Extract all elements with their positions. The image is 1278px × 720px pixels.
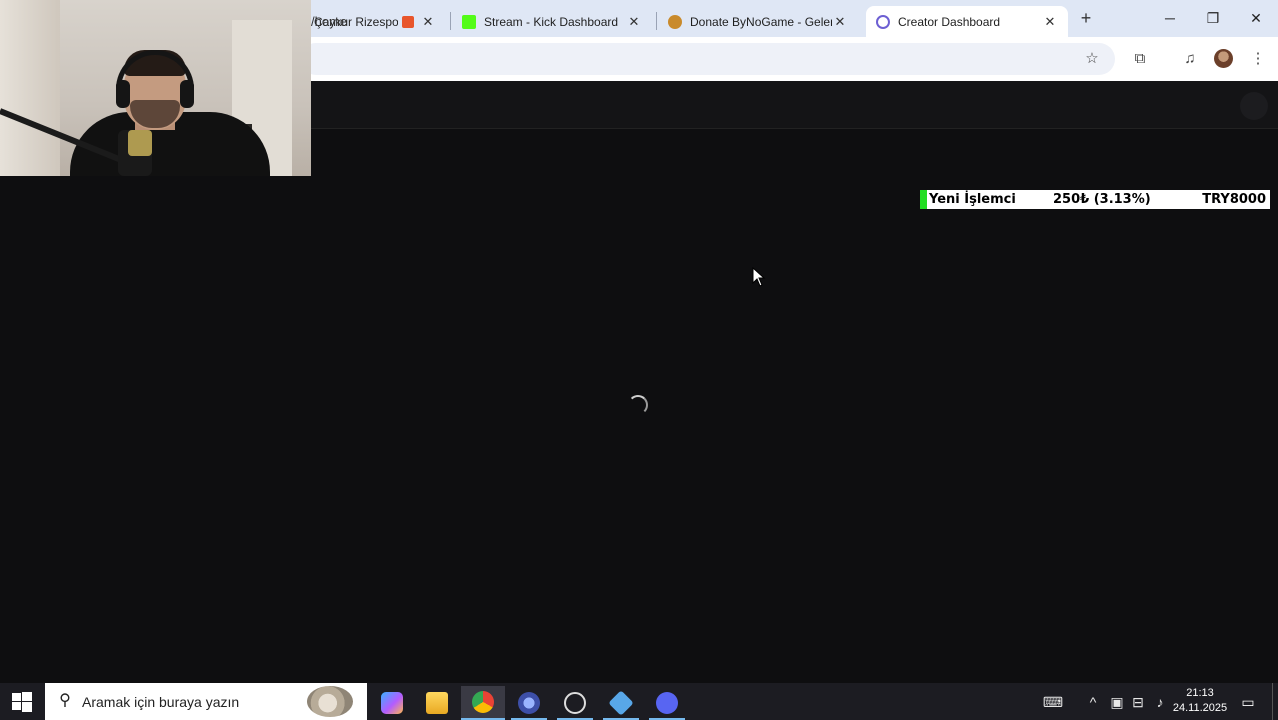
file-explorer-icon[interactable] <box>415 686 459 720</box>
screen: Çaykur Rizespor ✕ Stream - Kick Dashboar… <box>0 0 1278 720</box>
creator-icon <box>876 14 890 29</box>
ticker-item-name: Yeni İşlemci <box>929 192 1016 207</box>
clock-date: 24.11.2025 <box>1172 702 1228 714</box>
close-icon[interactable]: ✕ <box>626 14 642 30</box>
taskbar-search-box[interactable]: ⚲ Aramak için buraya yazın <box>45 683 367 720</box>
curtain <box>0 0 60 176</box>
browser-menu-icon[interactable]: ⋮ <box>1248 49 1268 69</box>
notification-center-icon[interactable]: ▭ <box>1238 692 1258 712</box>
address-bar[interactable] <box>300 43 1115 75</box>
show-desktop-button[interactable] <box>1272 683 1273 720</box>
vs-icon <box>402 15 414 28</box>
mouse-cursor-icon <box>752 267 766 287</box>
windows-start-icon[interactable] <box>12 692 32 712</box>
ticker-item-price: 250₺ (3.13%) <box>1053 192 1151 207</box>
folder-glyph <box>426 692 448 714</box>
taskbar: ⚲ Aramak için buraya yazın ⌨ ^ ▣ ⊟ ♪ 21:… <box>0 683 1278 720</box>
url-text: /home <box>311 14 348 29</box>
tab-title: Donate ByNoGame - Gelen/ <box>690 14 832 29</box>
gauge-glyph <box>564 692 586 714</box>
ticker-accent <box>920 190 927 209</box>
tab-divider <box>450 12 451 30</box>
chrome-icon[interactable] <box>461 686 505 720</box>
donation-ticker: Yeni İşlemci 250₺ (3.13%) TRY8000 <box>920 190 1270 209</box>
clock-time: 21:13 <box>1186 687 1214 699</box>
volume-icon[interactable]: ♪ <box>1151 693 1169 711</box>
chrome-glyph <box>472 691 494 713</box>
circle-glyph <box>518 692 540 714</box>
extensions-icon[interactable]: ⧉ <box>1130 49 1150 69</box>
tab-title: Creator Dashboard <box>898 14 1001 29</box>
discord-icon[interactable] <box>645 686 689 720</box>
search-placeholder: Aramak için buraya yazın <box>82 694 240 710</box>
network-icon[interactable]: ⊟ <box>1129 693 1147 711</box>
headphone-right <box>180 80 194 108</box>
taskbar-clock[interactable]: 21:13 24.11.2025 <box>1172 686 1228 716</box>
ticker-item-amount: TRY8000 <box>1202 192 1266 207</box>
tab-kick-dashboard[interactable]: Stream - Kick Dashboard ✕ <box>452 6 652 37</box>
show-hidden-icons-icon[interactable]: ^ <box>1084 693 1102 711</box>
window-close-button[interactable]: ✕ <box>1246 8 1266 28</box>
user-menu-avatar[interactable] <box>1240 92 1268 120</box>
discord-glyph <box>656 692 678 714</box>
close-icon[interactable]: ✕ <box>832 14 848 30</box>
bookmark-star-icon[interactable]: ☆ <box>1082 49 1102 69</box>
speed-icon[interactable] <box>553 686 597 720</box>
bynogame-icon <box>668 14 682 29</box>
meet-now-icon[interactable]: ▣ <box>1108 693 1126 711</box>
restore-button[interactable]: ❐ <box>1203 8 1223 28</box>
minimize-button[interactable]: ─ <box>1160 8 1180 28</box>
microphone-ring <box>128 130 152 156</box>
network-app-icon[interactable] <box>599 686 643 720</box>
loading-spinner-icon <box>628 395 648 415</box>
tab-creator-dashboard[interactable]: Creator Dashboard ✕ <box>866 6 1068 37</box>
tab-title: Stream - Kick Dashboard <box>484 14 619 29</box>
close-icon[interactable]: ✕ <box>1042 14 1058 30</box>
keyboard-layout-icon[interactable]: ⌨ <box>1042 693 1064 711</box>
kick-icon <box>462 14 476 29</box>
app-circle-icon[interactable] <box>507 686 551 720</box>
close-icon[interactable]: ✕ <box>420 14 436 30</box>
tab-divider <box>656 12 657 30</box>
search-highlight-image <box>307 686 353 717</box>
copilot-glyph <box>381 692 403 714</box>
headphone-left <box>116 80 130 108</box>
copilot-icon[interactable] <box>370 686 414 720</box>
search-icon: ⚲ <box>59 692 71 709</box>
webcam-overlay <box>0 0 311 176</box>
diamond-glyph <box>608 690 634 716</box>
new-tab-button[interactable]: + <box>1076 8 1096 28</box>
profile-avatar-icon[interactable] <box>1214 49 1233 68</box>
media-control-icon[interactable]: ♫ <box>1180 49 1200 69</box>
tab-donate-bynogame[interactable]: Donate ByNoGame - Gelen/ ✕ <box>658 6 858 37</box>
